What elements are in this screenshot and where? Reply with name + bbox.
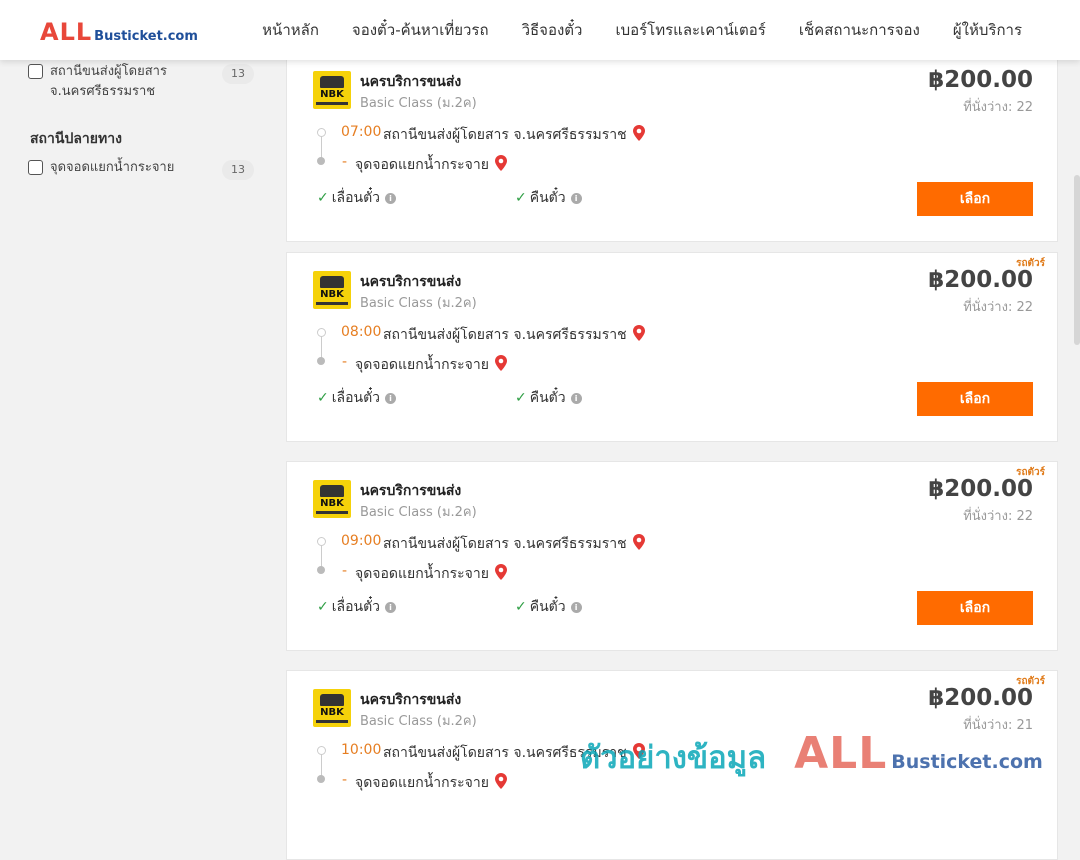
operator-logo: NBK (313, 271, 351, 309)
filter-sidebar: สถานีขนส่งผู้โดยสาร จ.นครศรีธรรมราช 13 ส… (28, 60, 256, 180)
route-timeline (317, 328, 327, 365)
nav-how-to-book[interactable]: วิธีจองตั๋ว (522, 18, 583, 42)
nav-operators[interactable]: ผู้ให้บริการ (953, 18, 1022, 42)
check-icon: ✓ (317, 190, 329, 206)
map-pin-icon (494, 773, 507, 789)
operator-name: นครบริการขนส่ง (360, 692, 462, 708)
map-pin-icon (632, 325, 645, 341)
info-icon[interactable]: i (570, 392, 582, 404)
departure-time: 07:00 (341, 124, 382, 140)
filter-destination-station[interactable]: จุดจอดแยกน้ำกระจาย 13 (28, 158, 256, 180)
nav-phone-counter[interactable]: เบอร์โทรและเคาน์เตอร์ (615, 18, 765, 42)
refund-ticket-policy: ✓ คืนตั๋ว i (515, 596, 582, 618)
check-icon: ✓ (317, 390, 329, 406)
departure-checkbox[interactable] (28, 64, 43, 79)
info-icon[interactable]: i (570, 601, 582, 613)
route-timeline (317, 746, 327, 783)
operator-name: นครบริการขนส่ง (360, 74, 462, 90)
operator-logo: NBK (313, 689, 351, 727)
arrival-dash: - (342, 354, 348, 370)
seats-available: ที่นั่งว่าง: 22 (963, 509, 1033, 524)
map-pin-icon (494, 355, 507, 371)
select-trip-button[interactable]: เลือก (917, 382, 1033, 416)
top-header: ALL Busticket.com หน้าหลัก จองตั๋ว-ค้นหา… (0, 0, 1080, 60)
filter-departure-station[interactable]: สถานีขนส่งผู้โดยสาร จ.นครศรีธรรมราช 13 (28, 62, 256, 102)
trip-card: NBK นครบริการขนส่ง Basic Class (ม.2ค) ฿2… (286, 52, 1058, 242)
info-icon[interactable]: i (570, 192, 582, 204)
trip-card: รถตัวร์ NBK นครบริการขนส่ง Basic Class (… (286, 461, 1058, 651)
operator-name: นครบริการขนส่ง (360, 274, 462, 290)
destination-checkbox[interactable] (28, 160, 43, 175)
departure-place: สถานีขนส่งผู้โดยสาร จ.นครศรีธรรมราช (383, 124, 645, 146)
check-icon: ✓ (515, 599, 527, 615)
change-ticket-policy: ✓ เลื่อนตั๋ว i (317, 187, 397, 209)
ticket-price: ฿200.00 (928, 267, 1033, 293)
operator-name: นครบริการขนส่ง (360, 483, 462, 499)
departure-time: 08:00 (341, 324, 382, 340)
arrival-dash: - (342, 154, 348, 170)
arrival-place: จุดจอดแยกน้ำกระจาย (355, 354, 507, 376)
departure-time: 10:00 (341, 742, 382, 758)
check-icon: ✓ (317, 599, 329, 615)
bus-class: Basic Class (ม.2ค) (360, 296, 477, 311)
bus-class: Basic Class (ม.2ค) (360, 714, 477, 729)
logo-all-text: ALL (40, 18, 93, 46)
map-pin-icon (632, 534, 645, 550)
trip-card: รถตัวร์ NBK นครบริการขนส่ง Basic Class (… (286, 670, 1058, 860)
arrival-dash: - (342, 772, 348, 788)
bus-class: Basic Class (ม.2ค) (360, 505, 477, 520)
ticket-price: ฿200.00 (928, 67, 1033, 93)
seats-available: ที่นั่งว่าง: 21 (963, 718, 1033, 733)
map-pin-icon (494, 155, 507, 171)
operator-logo: NBK (313, 480, 351, 518)
departure-count-badge: 13 (222, 64, 254, 84)
seats-available: ที่นั่งว่าง: 22 (963, 300, 1033, 315)
destination-count-badge: 13 (222, 160, 254, 180)
arrival-place: จุดจอดแยกน้ำกระจาย (355, 772, 507, 794)
info-icon[interactable]: i (385, 192, 397, 204)
info-icon[interactable]: i (385, 392, 397, 404)
ticket-price: ฿200.00 (928, 476, 1033, 502)
main-nav: หน้าหลัก จองตั๋ว-ค้นหาเที่ยวรถ วิธีจองตั… (262, 0, 1022, 60)
nav-book-search[interactable]: จองตั๋ว-ค้นหาเที่ยวรถ (352, 18, 489, 42)
nav-home[interactable]: หน้าหลัก (262, 18, 319, 42)
select-trip-button[interactable]: เลือก (917, 591, 1033, 625)
bus-class: Basic Class (ม.2ค) (360, 96, 477, 111)
refund-ticket-policy: ✓ คืนตั๋ว i (515, 387, 582, 409)
change-ticket-policy: ✓ เลื่อนตั๋ว i (317, 596, 397, 618)
departure-place: สถานีขนส่งผู้โดยสาร จ.นครศรีธรรมราช (383, 533, 645, 555)
select-trip-button[interactable]: เลือก (917, 182, 1033, 216)
change-ticket-policy: ✓ เลื่อนตั๋ว i (317, 387, 397, 409)
map-pin-icon (494, 564, 507, 580)
operator-logo: NBK (313, 71, 351, 109)
seats-available: ที่นั่งว่าง: 22 (963, 100, 1033, 115)
site-logo[interactable]: ALL Busticket.com (40, 18, 198, 46)
departure-label: สถานีขนส่งผู้โดยสาร จ.นครศรีธรรมราช (50, 64, 167, 99)
departure-time: 09:00 (341, 533, 382, 549)
destination-heading: สถานีปลายทาง (30, 131, 122, 147)
info-icon[interactable]: i (385, 601, 397, 613)
check-icon: ✓ (515, 190, 527, 206)
ticket-price: ฿200.00 (928, 685, 1033, 711)
map-pin-icon (632, 743, 645, 759)
route-timeline (317, 537, 327, 574)
check-icon: ✓ (515, 390, 527, 406)
departure-place: สถานีขนส่งผู้โดยสาร จ.นครศรีธรรมราช (383, 324, 645, 346)
trip-card: รถตัวร์ NBK นครบริการขนส่ง Basic Class (… (286, 252, 1058, 442)
logo-domain-text: Busticket.com (94, 29, 198, 44)
map-pin-icon (632, 125, 645, 141)
destination-label: จุดจอดแยกน้ำกระจาย (50, 160, 175, 175)
route-timeline (317, 128, 327, 165)
departure-place: สถานีขนส่งผู้โดยสาร จ.นครศรีธรรมราช (383, 742, 645, 764)
arrival-dash: - (342, 563, 348, 579)
refund-ticket-policy: ✓ คืนตั๋ว i (515, 187, 582, 209)
page-scrollbar[interactable] (1074, 175, 1080, 345)
arrival-place: จุดจอดแยกน้ำกระจาย (355, 563, 507, 585)
arrival-place: จุดจอดแยกน้ำกระจาย (355, 154, 507, 176)
nav-check-status[interactable]: เช็คสถานะการจอง (799, 18, 920, 42)
